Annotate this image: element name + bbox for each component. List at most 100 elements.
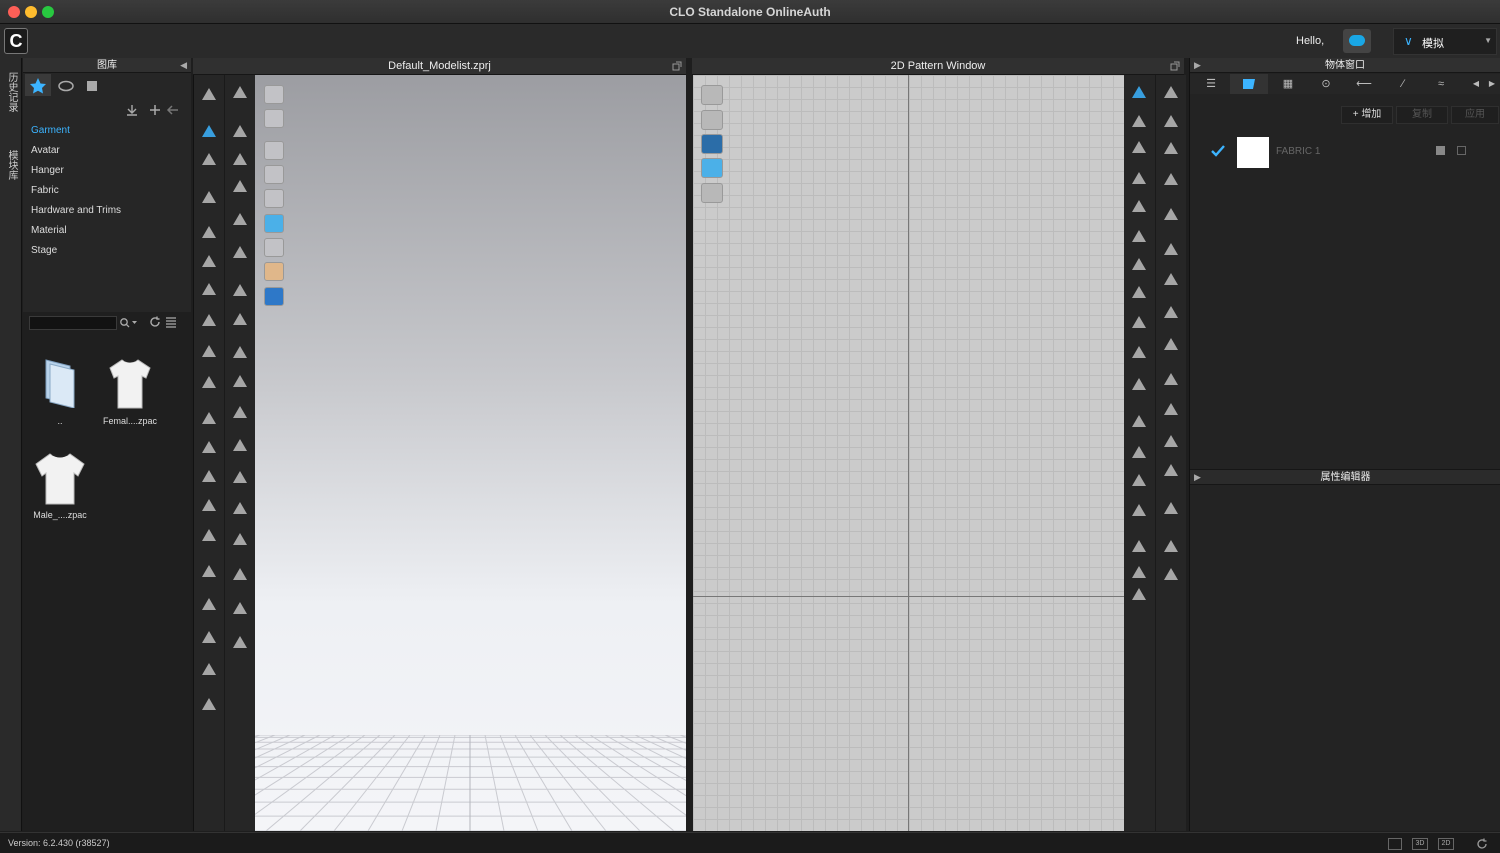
2d-col1-tool-17-icon[interactable]	[1129, 563, 1149, 581]
apply-button[interactable]: 应用	[1451, 106, 1499, 124]
tree-item-garment[interactable]: Garment	[31, 125, 70, 136]
info-icon[interactable]	[701, 134, 723, 154]
checkmark-icon[interactable]	[1210, 144, 1226, 158]
3d-col1-tool-12-icon[interactable]	[199, 438, 219, 456]
pattern-fabric-icon[interactable]	[701, 158, 723, 178]
3d-col1-tool-1-icon[interactable]	[199, 85, 219, 103]
zipper-tab[interactable]: ≈	[1422, 74, 1460, 94]
2d-col1-tool-12-icon[interactable]	[1129, 412, 1149, 430]
plus-icon[interactable]	[149, 104, 161, 116]
3d-col1-tool-2-icon[interactable]	[199, 122, 219, 140]
3d-col2-tool-10-icon[interactable]	[230, 372, 250, 390]
2d-col1-tool-2-icon[interactable]	[1129, 112, 1149, 130]
2d-col2-tool-5-icon[interactable]	[1161, 205, 1181, 223]
3d-col2-tool-17-icon[interactable]	[230, 599, 250, 617]
2d-col1-tool-1-icon[interactable]	[1129, 83, 1149, 101]
download-icon[interactable]	[125, 104, 139, 116]
2d-col2-tool-13-icon[interactable]	[1161, 461, 1181, 479]
view-3d-button[interactable]: 3D	[1412, 838, 1428, 850]
scroll-left-icon[interactable]: ◀	[1469, 74, 1483, 94]
3d-col2-tool-14-icon[interactable]	[230, 499, 250, 517]
tree-item-hardware-and-trims[interactable]: Hardware and Trims	[31, 205, 121, 216]
popout-icon[interactable]	[1170, 61, 1180, 71]
3d-col1-tool-14-icon[interactable]	[199, 496, 219, 514]
3d-col2-tool-1-icon[interactable]	[230, 83, 250, 101]
history-tab[interactable]: 历史记录	[5, 72, 17, 112]
3d-col2-tool-5-icon[interactable]	[230, 210, 250, 228]
avatar-display-icon[interactable]	[264, 85, 284, 104]
2d-col1-tool-14-icon[interactable]	[1129, 471, 1149, 489]
search-icon[interactable]	[119, 317, 139, 329]
tree-item-fabric[interactable]: Fabric	[31, 185, 59, 196]
3d-col2-tool-11-icon[interactable]	[230, 403, 250, 421]
scroll-right-icon[interactable]: ▶	[1485, 74, 1499, 94]
add-button[interactable]: + 增加	[1341, 106, 1393, 124]
2d-col2-tool-2-icon[interactable]	[1161, 112, 1181, 130]
2d-col1-tool-5-icon[interactable]	[1129, 197, 1149, 215]
2d-col2-tool-16-icon[interactable]	[1161, 565, 1181, 583]
pattern-garment-icon[interactable]	[701, 110, 723, 130]
3d-col1-tool-20-icon[interactable]	[199, 695, 219, 713]
file-item-parent-folder[interactable]: ..	[30, 356, 90, 426]
2d-col1-tool-9-icon[interactable]	[1129, 313, 1149, 331]
skin-display-icon[interactable]	[264, 262, 284, 281]
2d-col2-tool-15-icon[interactable]	[1161, 537, 1181, 555]
fabric-copy-icon[interactable]	[1436, 146, 1445, 155]
3d-col1-tool-10-icon[interactable]	[199, 373, 219, 391]
refresh-icon[interactable]	[1476, 838, 1488, 850]
fabric-delete-icon[interactable]	[1457, 146, 1466, 155]
copy-button[interactable]: 复制	[1396, 106, 1448, 124]
2d-col1-tool-6-icon[interactable]	[1129, 227, 1149, 245]
2d-col2-tool-7-icon[interactable]	[1161, 270, 1181, 288]
shaded-display-icon[interactable]	[264, 141, 284, 160]
2d-col1-tool-10-icon[interactable]	[1129, 343, 1149, 361]
3d-col2-tool-12-icon[interactable]	[230, 436, 250, 454]
2d-col2-tool-10-icon[interactable]	[1161, 370, 1181, 388]
tree-item-avatar[interactable]: Avatar	[31, 145, 60, 156]
3d-col1-tool-17-icon[interactable]	[199, 595, 219, 613]
back-arrow-icon[interactable]	[166, 104, 180, 116]
2d-col1-tool-15-icon[interactable]	[1129, 501, 1149, 519]
tree-item-material[interactable]: Material	[31, 225, 67, 236]
2d-col1-tool-16-icon[interactable]	[1129, 537, 1149, 555]
favorites-tab[interactable]	[25, 74, 51, 96]
3d-col1-tool-13-icon[interactable]	[199, 467, 219, 485]
fabric-display-icon[interactable]	[264, 214, 284, 233]
3d-col1-tool-6-icon[interactable]	[199, 252, 219, 270]
avatar-shaded-icon[interactable]	[264, 189, 284, 208]
2d-col2-tool-11-icon[interactable]	[1161, 400, 1181, 418]
3d-col2-tool-18-icon[interactable]	[230, 633, 250, 651]
2d-col2-tool-12-icon[interactable]	[1161, 432, 1181, 450]
popout-icon[interactable]	[672, 61, 682, 71]
2d-col2-tool-6-icon[interactable]	[1161, 240, 1181, 258]
2d-col2-tool-8-icon[interactable]	[1161, 303, 1181, 321]
texture-display-icon[interactable]	[264, 165, 284, 184]
3d-col2-tool-3-icon[interactable]	[230, 150, 250, 168]
3d-col2-tool-15-icon[interactable]	[230, 530, 250, 548]
list-view-icon[interactable]	[165, 316, 177, 328]
2d-col2-tool-9-icon[interactable]	[1161, 335, 1181, 353]
file-item-female-zpac[interactable]: Femal....zpac	[100, 356, 160, 426]
3d-col2-tool-9-icon[interactable]	[230, 343, 250, 361]
3d-col2-tool-16-icon[interactable]	[230, 565, 250, 583]
3d-col1-tool-11-icon[interactable]	[199, 409, 219, 427]
2d-col2-tool-4-icon[interactable]	[1161, 170, 1181, 188]
library-search-input[interactable]	[29, 316, 117, 330]
button-tab[interactable]: ⊙	[1307, 74, 1345, 94]
list-tab[interactable]: ☰	[1192, 74, 1230, 94]
pattern-tab[interactable]: ▦	[1269, 74, 1307, 94]
2d-col1-tool-7-icon[interactable]	[1129, 255, 1149, 273]
3d-col2-tool-8-icon[interactable]	[230, 310, 250, 328]
topstitch-tab[interactable]: ∕	[1384, 74, 1422, 94]
3d-col1-tool-16-icon[interactable]	[199, 562, 219, 580]
refresh-icon[interactable]	[149, 316, 161, 328]
3d-col1-tool-19-icon[interactable]	[199, 660, 219, 678]
3d-col1-tool-4-icon[interactable]	[199, 188, 219, 206]
pattern-edit-icon[interactable]	[701, 85, 723, 105]
2d-col1-tool-4-icon[interactable]	[1129, 169, 1149, 187]
pattern-home-icon[interactable]	[701, 183, 723, 203]
pattern-display-icon[interactable]	[264, 238, 284, 257]
3d-col1-tool-8-icon[interactable]	[199, 311, 219, 329]
2d-col2-tool-3-icon[interactable]	[1161, 139, 1181, 157]
fabric-swatch[interactable]	[1237, 137, 1269, 168]
